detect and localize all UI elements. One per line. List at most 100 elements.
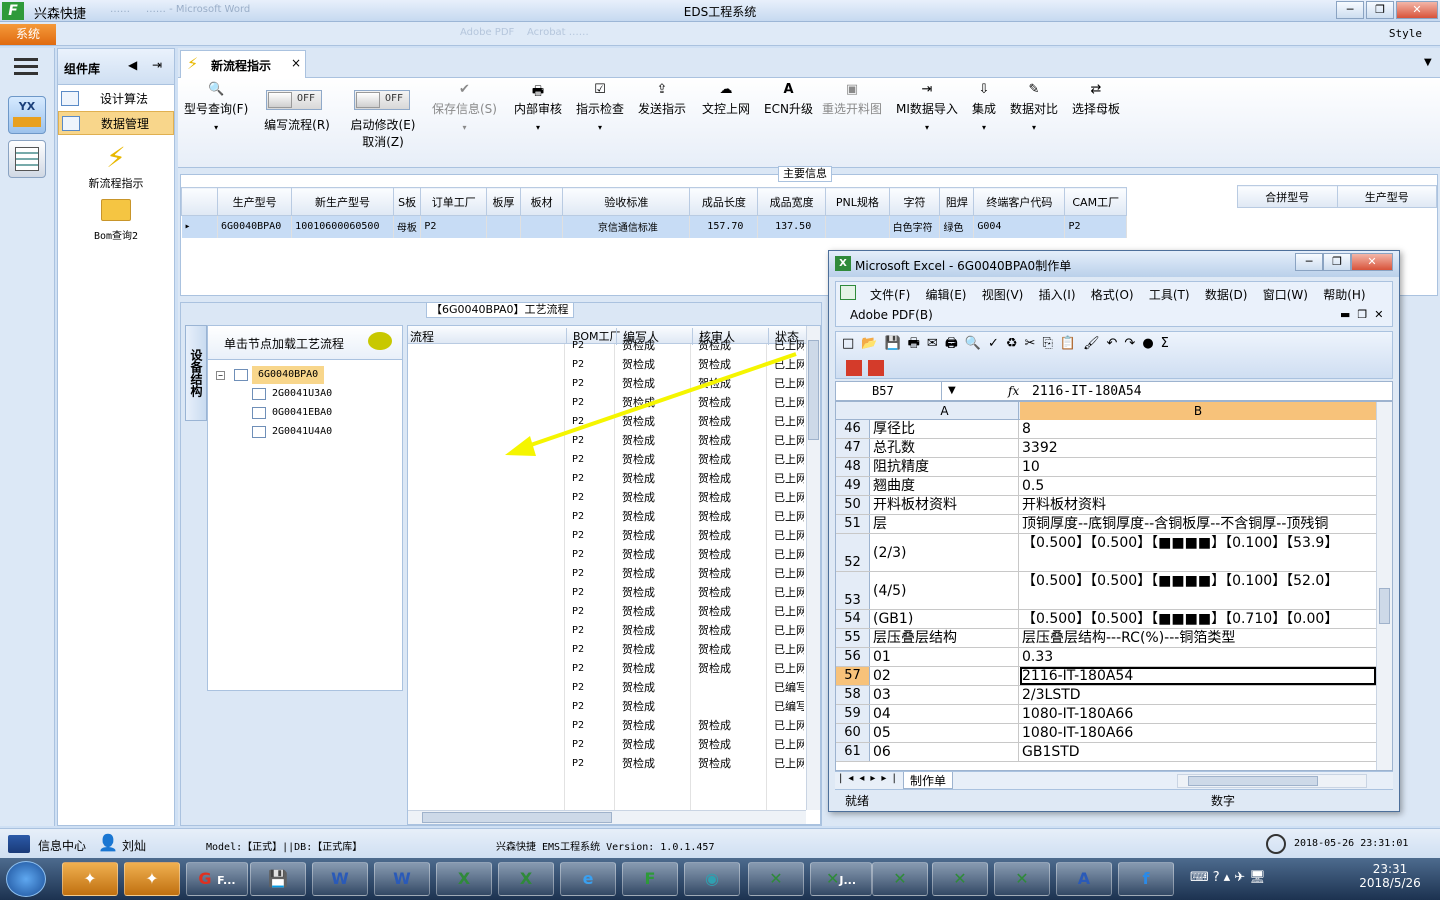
row-number[interactable]: 48 xyxy=(836,458,870,476)
system-menu-button[interactable]: 系统 xyxy=(0,24,56,45)
flow-row[interactable]: 烘板P2贺检成贺检成已上网 xyxy=(408,412,806,431)
row-number[interactable]: 52 xyxy=(836,534,870,571)
minimize-button[interactable]: ─ xyxy=(1336,1,1364,19)
excel-minimize-button[interactable]: ─ xyxy=(1295,253,1323,271)
row-number[interactable]: 53 xyxy=(836,572,870,609)
taskbar-excel4-icon[interactable]: ✕J... xyxy=(810,862,872,896)
flow-row[interactable]: 铣边P2贺检成贺检成已上网 xyxy=(408,374,806,393)
cell-b[interactable]: 【0.500】【0.500】【■■■■】【0.100】【52.0】 xyxy=(1020,572,1376,609)
send-instruction-button[interactable]: ⇪ 发送指示 xyxy=(638,82,686,117)
column-header[interactable]: 板材 xyxy=(519,187,564,216)
column-header-b[interactable]: B xyxy=(1020,402,1376,420)
cell-b[interactable]: 3392 xyxy=(1020,439,1376,457)
cell-a[interactable]: 03 xyxy=(871,686,1019,704)
equipment-structure-tab[interactable]: 设备结构 xyxy=(185,325,207,421)
cell-a[interactable]: (2/3) xyxy=(871,534,1019,571)
doc-control-online-button[interactable]: ☁ 文控上网 xyxy=(702,82,750,117)
cell-a[interactable]: 01 xyxy=(871,648,1019,666)
taskbar-excel3-icon[interactable]: ✕ xyxy=(748,862,804,896)
flow-row[interactable]: + 包装P2贺检成贺检成已上网 xyxy=(408,735,806,754)
column-header[interactable]: 生产型号 xyxy=(217,187,293,216)
column-header[interactable]: 新生产型号 xyxy=(291,187,394,216)
menu-item-format[interactable]: 格式(O) xyxy=(1091,288,1134,302)
pdf-mail-icon[interactable] xyxy=(868,360,884,376)
flow-row[interactable]: + 外层蚀刻P2贺检成贺检成已上网 xyxy=(408,583,806,602)
system-tray-icons[interactable]: ⌨?▴✈🖥 xyxy=(1190,870,1270,885)
checkbox[interactable] xyxy=(252,407,266,419)
cell-b[interactable]: 开料板材资料 xyxy=(1020,496,1376,514)
style-menu[interactable]: Style xyxy=(1389,27,1422,40)
menu-item-insert[interactable]: 插入(I) xyxy=(1039,288,1076,302)
cell-a[interactable]: 05 xyxy=(871,724,1019,742)
fx-icon[interactable]: fx xyxy=(1008,384,1019,398)
table-row[interactable]: ▸ 6G0040BPA0 10010600060500 母板 P2 京信通信标准… xyxy=(181,215,1127,238)
flow-row[interactable]: + 减薄铜P2贺检成贺检成已上网 xyxy=(408,469,806,488)
flow-row[interactable]: + 电镀P2贺检成贺检成已上网 xyxy=(408,526,806,545)
reselect-cutting-map-button[interactable]: ▣ 重选开料图 xyxy=(822,82,882,117)
cell-a[interactable]: 层 xyxy=(871,515,1019,533)
windows-grid-icon[interactable] xyxy=(8,835,30,853)
cell-b[interactable]: 【0.500】【0.500】【■■■■】【0.710】【0.00】 xyxy=(1020,610,1376,628)
cell-b[interactable]: 顶铜厚度--底铜厚度--含铜板厚--不含铜厚--顶残铜 xyxy=(1020,515,1376,533)
column-header[interactable]: PNL规格 xyxy=(825,187,890,216)
taskbar-word2-icon[interactable]: W xyxy=(374,862,430,896)
flow-row[interactable]: + 图形电镀P2贺检成贺检成已上网 xyxy=(408,564,806,583)
workbook-restore-icon[interactable]: ❐ xyxy=(1357,308,1367,321)
checkbox[interactable] xyxy=(252,426,266,438)
taskbar-app-icon[interactable]: f xyxy=(1118,862,1174,896)
cell-b[interactable]: 1080-IT-180A66 xyxy=(1020,705,1376,723)
taskbar-save-icon[interactable]: 💾 xyxy=(250,862,306,896)
flow-row[interactable]: + AOIP2贺检成贺检成已上网 xyxy=(408,602,806,621)
row-number[interactable]: 51 xyxy=(836,515,870,533)
column-header[interactable]: 阻焊 xyxy=(939,187,975,216)
menu-item-data[interactable]: 数据(D) xyxy=(1205,288,1248,302)
menu-item-view[interactable]: 视图(V) xyxy=(982,288,1024,302)
cell-b[interactable]: 层压叠层结构---RC(%)---铜箔类型 xyxy=(1020,629,1376,647)
menu-item-file[interactable]: 文件(F) xyxy=(870,288,910,302)
sheet-tab[interactable]: 制作单 xyxy=(903,772,954,789)
flow-row[interactable]: X-Ray冲孔P2贺检成贺检成已上网 xyxy=(408,355,806,374)
collapse-left-icon[interactable]: ◀ xyxy=(128,58,137,72)
column-header[interactable]: 板厚 xyxy=(486,187,521,216)
name-box[interactable]: B57 xyxy=(836,382,942,400)
row-number[interactable]: 54 xyxy=(836,610,870,628)
cancel-label[interactable]: 取消(Z) xyxy=(348,133,418,150)
taskbar-app-shell-icon[interactable]: ✦ xyxy=(62,862,118,896)
taskbar-excel2-icon[interactable]: X xyxy=(498,862,554,896)
flow-row[interactable]: 压合P2贺检成贺检成已上网 xyxy=(408,336,806,355)
column-header[interactable]: 成品宽度 xyxy=(757,187,827,216)
horizontal-scrollbar[interactable] xyxy=(408,810,806,824)
database-module-icon[interactable] xyxy=(8,140,46,178)
flow-row[interactable]: 除胶P2贺检成贺检成已上网 xyxy=(408,450,806,469)
cell-a[interactable]: 02 xyxy=(871,667,1019,685)
column-header[interactable]: S板 xyxy=(392,187,422,216)
cell-b[interactable]: GB1STD xyxy=(1020,743,1376,761)
model-query-button[interactable]: 🔍 型号查询(F) ▾ xyxy=(184,82,248,132)
column-header-a[interactable]: A xyxy=(871,402,1019,420)
excel-close-button[interactable]: ✕ xyxy=(1351,253,1393,271)
column-header[interactable]: 成品长度 xyxy=(689,187,759,216)
pin-icon[interactable]: ⇥ xyxy=(152,58,162,72)
workbook-minimize-icon[interactable]: ▬ xyxy=(1340,308,1350,321)
mi-data-import-button[interactable]: ⇥ MI数据导入 ▾ xyxy=(896,82,958,132)
row-number[interactable]: 60 xyxy=(836,724,870,742)
flow-row[interactable]: + 外层干膜P2贺检成贺检成已上网 xyxy=(408,545,806,564)
internal-audit-button[interactable]: 🖶 内部审核 ▾ xyxy=(514,82,562,132)
tab-dropdown-icon[interactable]: ▼ xyxy=(1424,57,1432,68)
info-center-link[interactable]: 信息中心 xyxy=(38,837,86,854)
menu-item-edit[interactable]: 编辑(E) xyxy=(926,288,967,302)
row-number[interactable]: 46 xyxy=(836,420,870,438)
maximize-button[interactable]: ❐ xyxy=(1366,1,1394,19)
row-number[interactable]: 50 xyxy=(836,496,870,514)
sheet-nav-arrows-icon[interactable]: |◂◂▸▸| xyxy=(839,773,902,784)
row-number[interactable]: 59 xyxy=(836,705,870,723)
cell-a[interactable]: 总孔数 xyxy=(871,439,1019,457)
row-number[interactable]: 58 xyxy=(836,686,870,704)
name-box-dropdown-icon[interactable]: ▼ xyxy=(948,385,956,396)
column-header[interactable]: 验收标准 xyxy=(562,187,691,216)
column-header[interactable]: 订单工厂 xyxy=(420,187,488,216)
cell-a[interactable]: 厚径比 xyxy=(871,420,1019,438)
speech-bubble-icon[interactable] xyxy=(368,332,392,350)
hamburger-menu-icon[interactable] xyxy=(14,58,38,76)
cell-b[interactable]: 0.33 xyxy=(1020,648,1376,666)
